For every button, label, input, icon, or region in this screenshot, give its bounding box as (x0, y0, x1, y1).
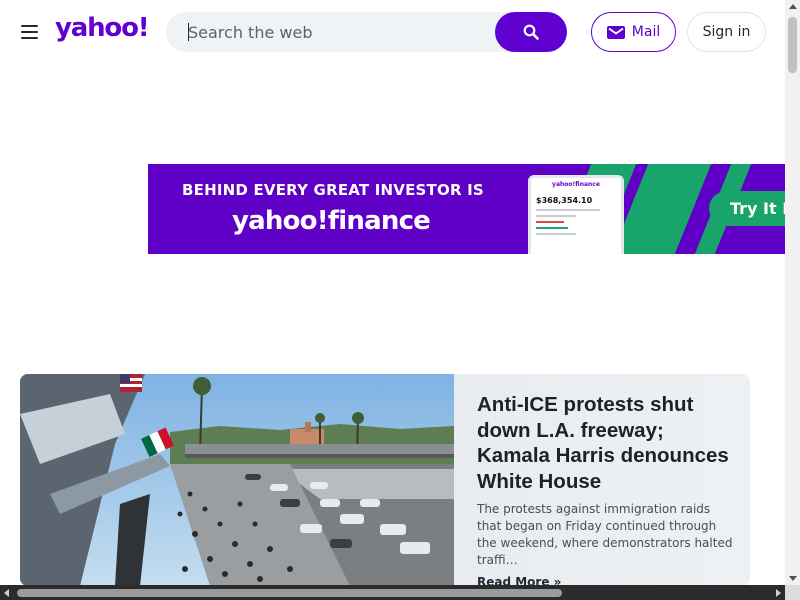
search-icon (523, 24, 539, 40)
scrollbar-corner (785, 585, 800, 600)
ad-headline: BEHIND EVERY GREAT INVESTOR IS (182, 181, 484, 199)
ad-phone-mockup: yahoo!finance $368,354.10 (528, 175, 624, 254)
search-bar (166, 12, 567, 52)
phone-text-line (536, 233, 576, 235)
scroll-right-arrow-icon[interactable] (776, 589, 781, 597)
story-image[interactable] (20, 374, 454, 586)
phone-text-line (536, 221, 564, 223)
protest-photo (20, 374, 454, 586)
yahoo-finance-ad-banner[interactable]: BEHIND EVERY GREAT INVESTOR IS yahoo!fin… (148, 164, 785, 254)
phone-text-line (536, 227, 568, 229)
phone-app-title: yahoo!finance (552, 181, 600, 188)
scroll-up-arrow-icon[interactable] (789, 4, 797, 9)
sign-in-label: Sign in (702, 24, 751, 40)
phone-text-line (536, 209, 600, 211)
vertical-scrollbar[interactable] (785, 0, 800, 585)
mail-label: Mail (631, 24, 661, 40)
ad-brand-logo: yahoo!finance (232, 206, 431, 236)
horizontal-scroll-thumb[interactable] (17, 589, 562, 597)
scroll-down-arrow-icon[interactable] (789, 576, 797, 581)
envelope-icon (606, 25, 625, 39)
horizontal-scrollbar[interactable] (0, 585, 785, 600)
hero-story-card[interactable]: Anti-ICE protests shut down L.A. freeway… (20, 374, 750, 586)
scroll-left-arrow-icon[interactable] (4, 589, 9, 597)
phone-portfolio-total: $368,354.10 (536, 196, 593, 205)
story-text-block: Anti-ICE protests shut down L.A. freeway… (477, 392, 737, 586)
ad-cta-button[interactable]: Try It N (709, 191, 785, 226)
story-summary: The protests against immigration raids t… (477, 502, 733, 567)
search-input[interactable] (188, 12, 488, 52)
mail-button[interactable]: Mail (591, 12, 676, 52)
vertical-scroll-thumb[interactable] (788, 17, 797, 73)
story-headline[interactable]: Anti-ICE protests shut down L.A. freeway… (477, 392, 737, 494)
phone-text-line (536, 215, 576, 217)
search-button[interactable] (495, 12, 567, 52)
sign-in-button[interactable]: Sign in (687, 12, 766, 52)
site-header: yahoo! Mail Sign in (0, 0, 785, 64)
yahoo-logo[interactable]: yahoo! (55, 13, 150, 43)
hamburger-menu-icon[interactable] (21, 25, 38, 39)
